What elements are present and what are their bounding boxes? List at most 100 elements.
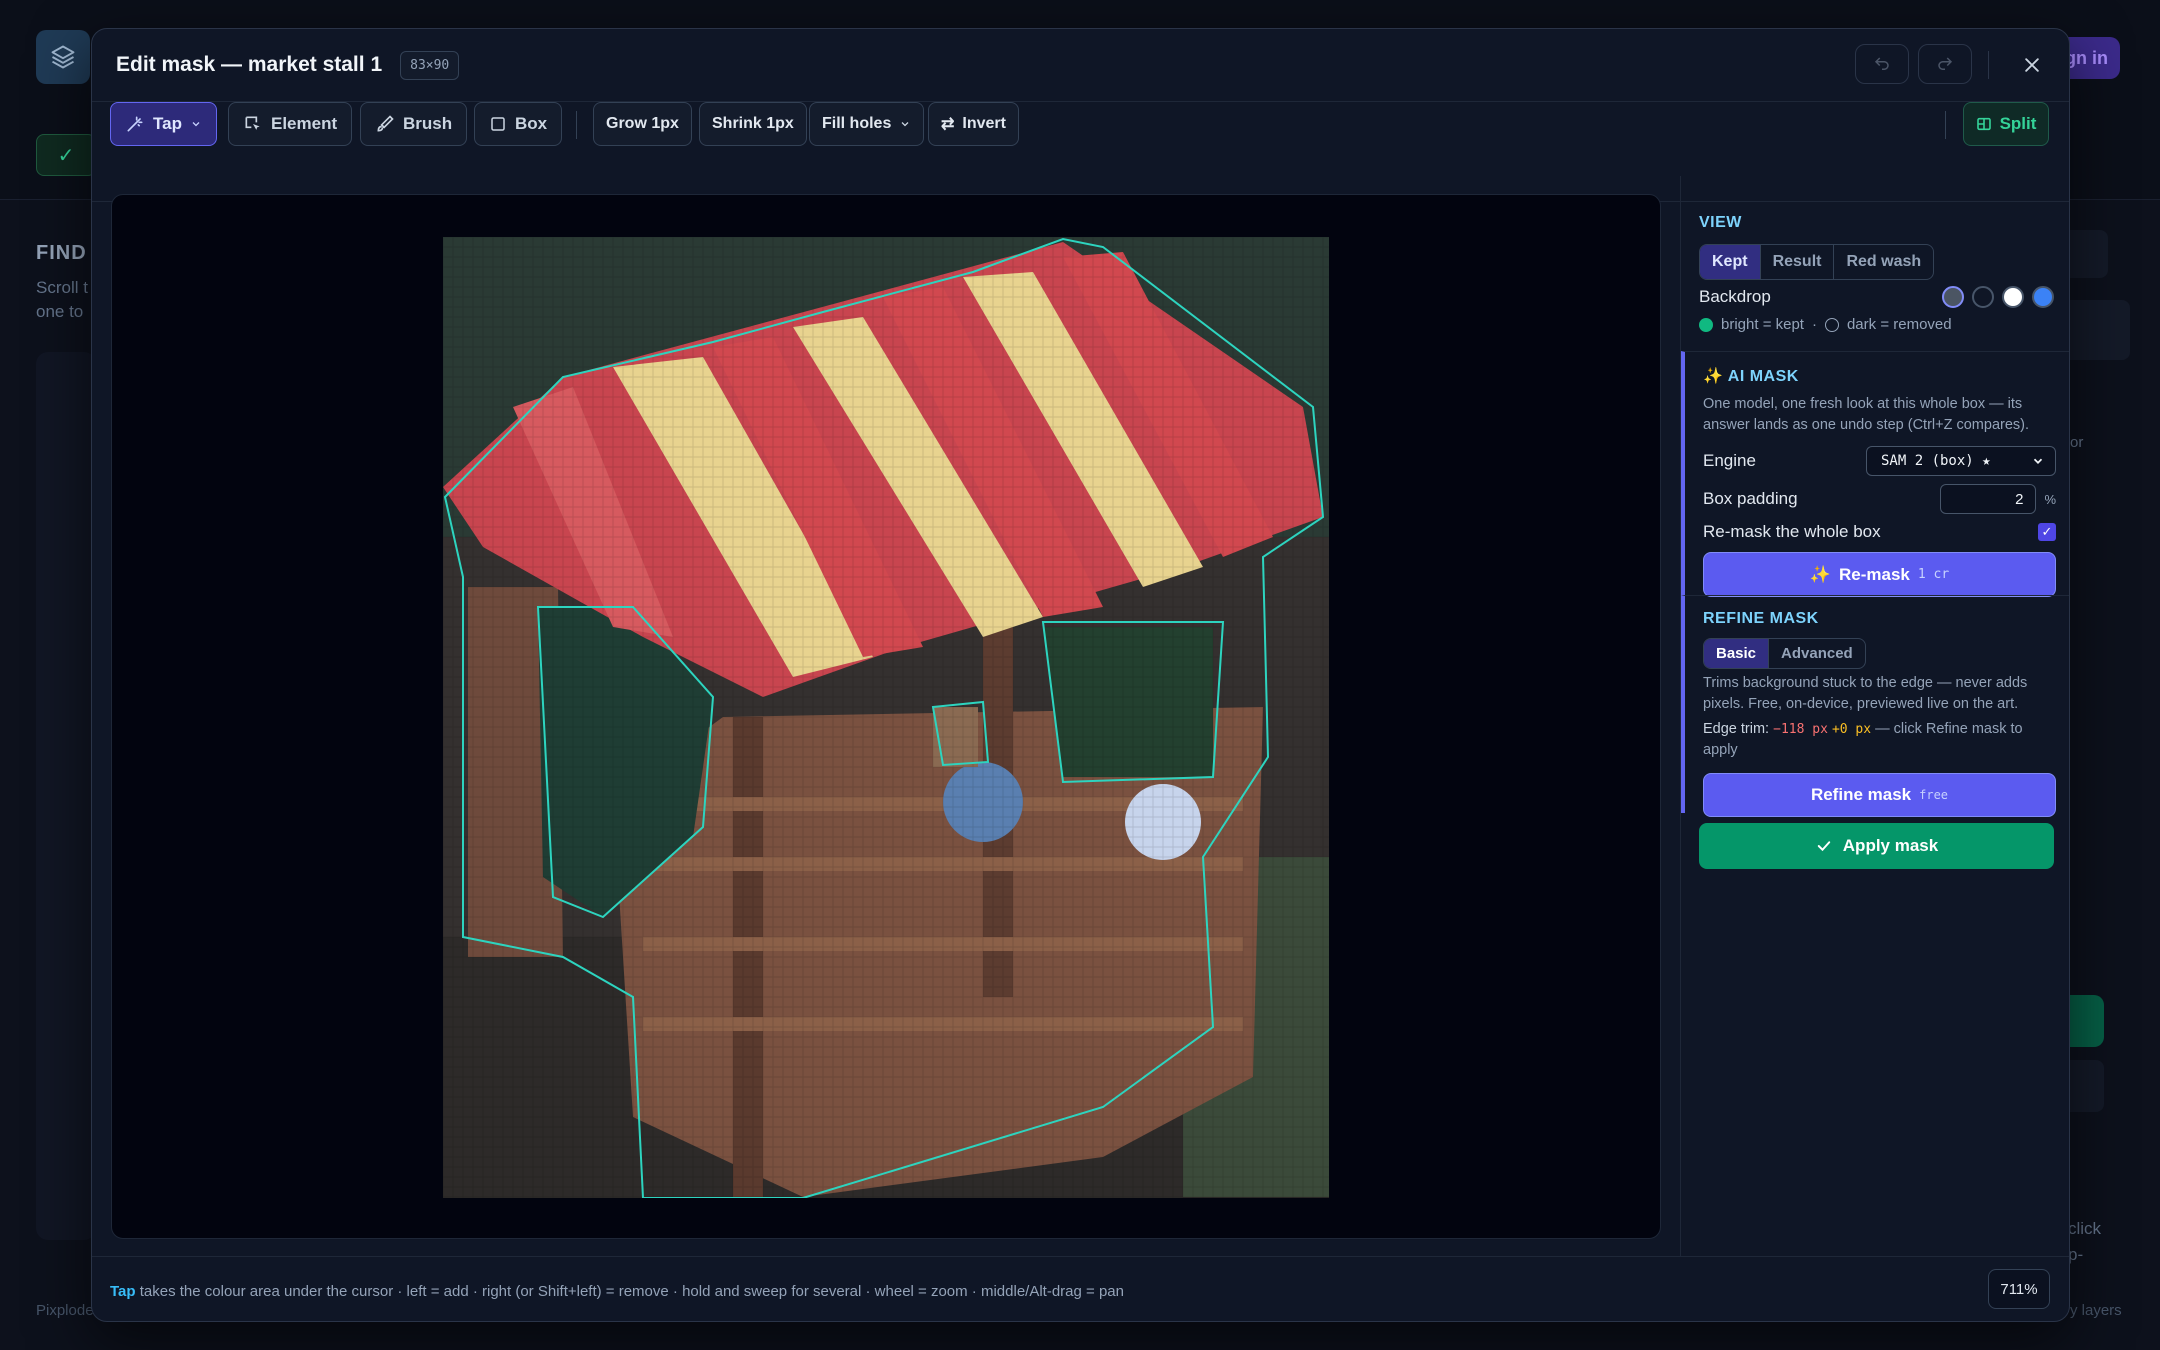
find-subtext-line: one to [36, 302, 84, 321]
edge-trim-plus: +0 px [1831, 722, 1872, 737]
chevron-down-icon [901, 122, 909, 127]
mask-side-panel: VIEW Kept Result Red wash Backdrop brigh… [1680, 176, 2069, 1256]
check-icon: ✓ [57, 144, 75, 167]
remask-checkbox[interactable]: ✓ [2038, 523, 2056, 541]
legend-bright: bright = kept [1721, 316, 1804, 333]
padding-unit: % [2044, 491, 2056, 507]
ai-mask-heading: ✨ AI MASK [1703, 366, 2056, 386]
engine-row: Engine SAM 2 (box) ★ [1703, 446, 2056, 476]
view-mode-red-wash[interactable]: Red wash [1834, 245, 1933, 279]
hint-text: takes the colour area under the cursor ·… [139, 1283, 1124, 1300]
dialog-title: Edit mask — market stall 1 [116, 53, 383, 76]
find-subtext: Scroll t one to [36, 276, 88, 324]
backdrop-swatches [1942, 286, 2054, 308]
split-icon [1976, 117, 1991, 131]
redo-icon [1938, 57, 1953, 70]
removed-dot-icon [1824, 317, 1839, 332]
refine-tab-basic[interactable]: Basic [1704, 639, 1770, 668]
refine-mode-toggle: Basic Advanced [1703, 638, 1866, 669]
dialog-footer: Tap takes the colour area under the curs… [92, 1256, 2069, 1321]
engine-label: Engine [1703, 451, 1756, 470]
mask-canvas[interactable] [111, 194, 1661, 1239]
remask-label: Re-mask the whole box [1703, 522, 1881, 541]
brush-tool-label: Brush [403, 114, 453, 133]
edge-trim-readout: Edge trim: −118 px +0 px — click Refine … [1703, 719, 2056, 761]
legend-separator: · [1811, 316, 1817, 333]
hint-tool-name: Tap [110, 1283, 136, 1300]
background-card [36, 352, 96, 1240]
apply-mask-label: Apply mask [1842, 836, 1939, 855]
backdrop-swatch-gray[interactable] [1942, 286, 1964, 308]
app-logo[interactable] [36, 30, 90, 84]
market-stall-artwork[interactable] [443, 237, 1329, 1198]
backdrop-legend: bright = kept · dark = removed [1699, 316, 2054, 333]
refine-mask-section: REFINE MASK Basic Advanced Trims backgro… [1681, 595, 2069, 817]
backdrop-swatch-dark[interactable] [1972, 286, 1994, 308]
side-text-line: or [2070, 434, 2084, 451]
backdrop-swatch-white[interactable] [2002, 286, 2024, 308]
padding-input[interactable]: 2 [1940, 484, 2037, 514]
view-heading: VIEW [1699, 214, 1742, 231]
refine-button-label: Refine mask [1810, 785, 1912, 804]
backdrop-row: Backdrop [1699, 286, 2054, 308]
fill-holes-button[interactable]: Fill holes [809, 102, 925, 146]
ai-mask-heading-text: AI MASK [1727, 368, 1799, 385]
sparkles-icon: ✨ [1703, 368, 1724, 385]
engine-value: SAM 2 (box) ★ [1881, 453, 1991, 469]
refine-heading: REFINE MASK [1703, 610, 1819, 627]
tap-tool-button[interactable]: Tap [110, 102, 217, 146]
engine-select[interactable]: SAM 2 (box) ★ [1866, 446, 2056, 476]
backdrop-swatch-blue[interactable] [2032, 286, 2054, 308]
hint-line: p- [2068, 1245, 2084, 1264]
find-subtext-line: Scroll t [36, 278, 88, 297]
zoom-level[interactable]: 711% [1988, 1269, 2050, 1309]
refine-description: Trims background stuck to the edge — nev… [1703, 675, 2028, 712]
grow-button[interactable]: Grow 1px [593, 102, 692, 146]
find-heading: FIND [36, 242, 87, 264]
undo-button[interactable] [1855, 44, 1909, 84]
sparkles-icon: ✨ [1809, 564, 1831, 584]
close-button[interactable] [2014, 47, 2050, 83]
padding-label: Box padding [1703, 489, 1798, 508]
element-tool-label: Element [271, 114, 338, 133]
fill-holes-label: Fill holes [822, 115, 892, 132]
invert-label: Invert [962, 115, 1006, 132]
swap-icon: ⇄ [941, 116, 955, 133]
element-select-icon [245, 116, 260, 130]
toolbar-divider [576, 111, 577, 139]
brush-tool-button[interactable]: Brush [360, 102, 468, 146]
hint-line: click [2068, 1219, 2102, 1238]
refine-tab-advanced[interactable]: Advanced [1769, 639, 1865, 668]
ai-mask-section: ✨ AI MASK One model, one fresh look at t… [1681, 351, 2069, 597]
background-hint-text: click p- [2068, 1216, 2101, 1268]
box-tool-button[interactable]: Box [474, 102, 563, 146]
background-footer-left: Pixplode [36, 1302, 94, 1319]
view-mode-kept[interactable]: Kept [1700, 245, 1761, 279]
remask-cost: 1 cr [1917, 567, 1950, 582]
remask-button[interactable]: ✨ Re-mask 1 cr [1703, 552, 2056, 597]
remask-button-label: Re-mask [1838, 564, 1910, 584]
edge-trim-minus: −118 px [1773, 722, 1828, 737]
toolbar-divider [1945, 111, 1946, 139]
shrink-button[interactable]: Shrink 1px [699, 102, 807, 146]
redo-button[interactable] [1918, 44, 1972, 84]
chevron-down-icon [2033, 458, 2043, 464]
element-tool-button[interactable]: Element [228, 102, 353, 146]
view-mode-result[interactable]: Result [1761, 245, 1835, 279]
refine-cost: free [1919, 788, 1949, 802]
padding-row: Box padding 2 % [1703, 484, 2056, 514]
check-button[interactable]: ✓ [36, 134, 96, 176]
split-label: Split [1999, 114, 2037, 133]
square-icon [491, 117, 505, 131]
invert-button[interactable]: ⇄ Invert [928, 102, 1019, 146]
view-mode-toggle: Kept Result Red wash [1699, 244, 1935, 280]
check-icon: ✓ [2041, 524, 2053, 539]
backdrop-label: Backdrop [1699, 287, 1771, 306]
header-divider [1988, 51, 1989, 79]
apply-mask-button[interactable]: Apply mask [1699, 823, 2054, 869]
refine-mask-button[interactable]: Refine mask free [1703, 773, 2056, 817]
undo-icon [1874, 57, 1889, 70]
edit-mask-dialog: Edit mask — market stall 1 83×90 Tap Ele… [91, 28, 2070, 1322]
layers-icon [51, 45, 75, 69]
split-button[interactable]: Split [1963, 102, 2049, 146]
